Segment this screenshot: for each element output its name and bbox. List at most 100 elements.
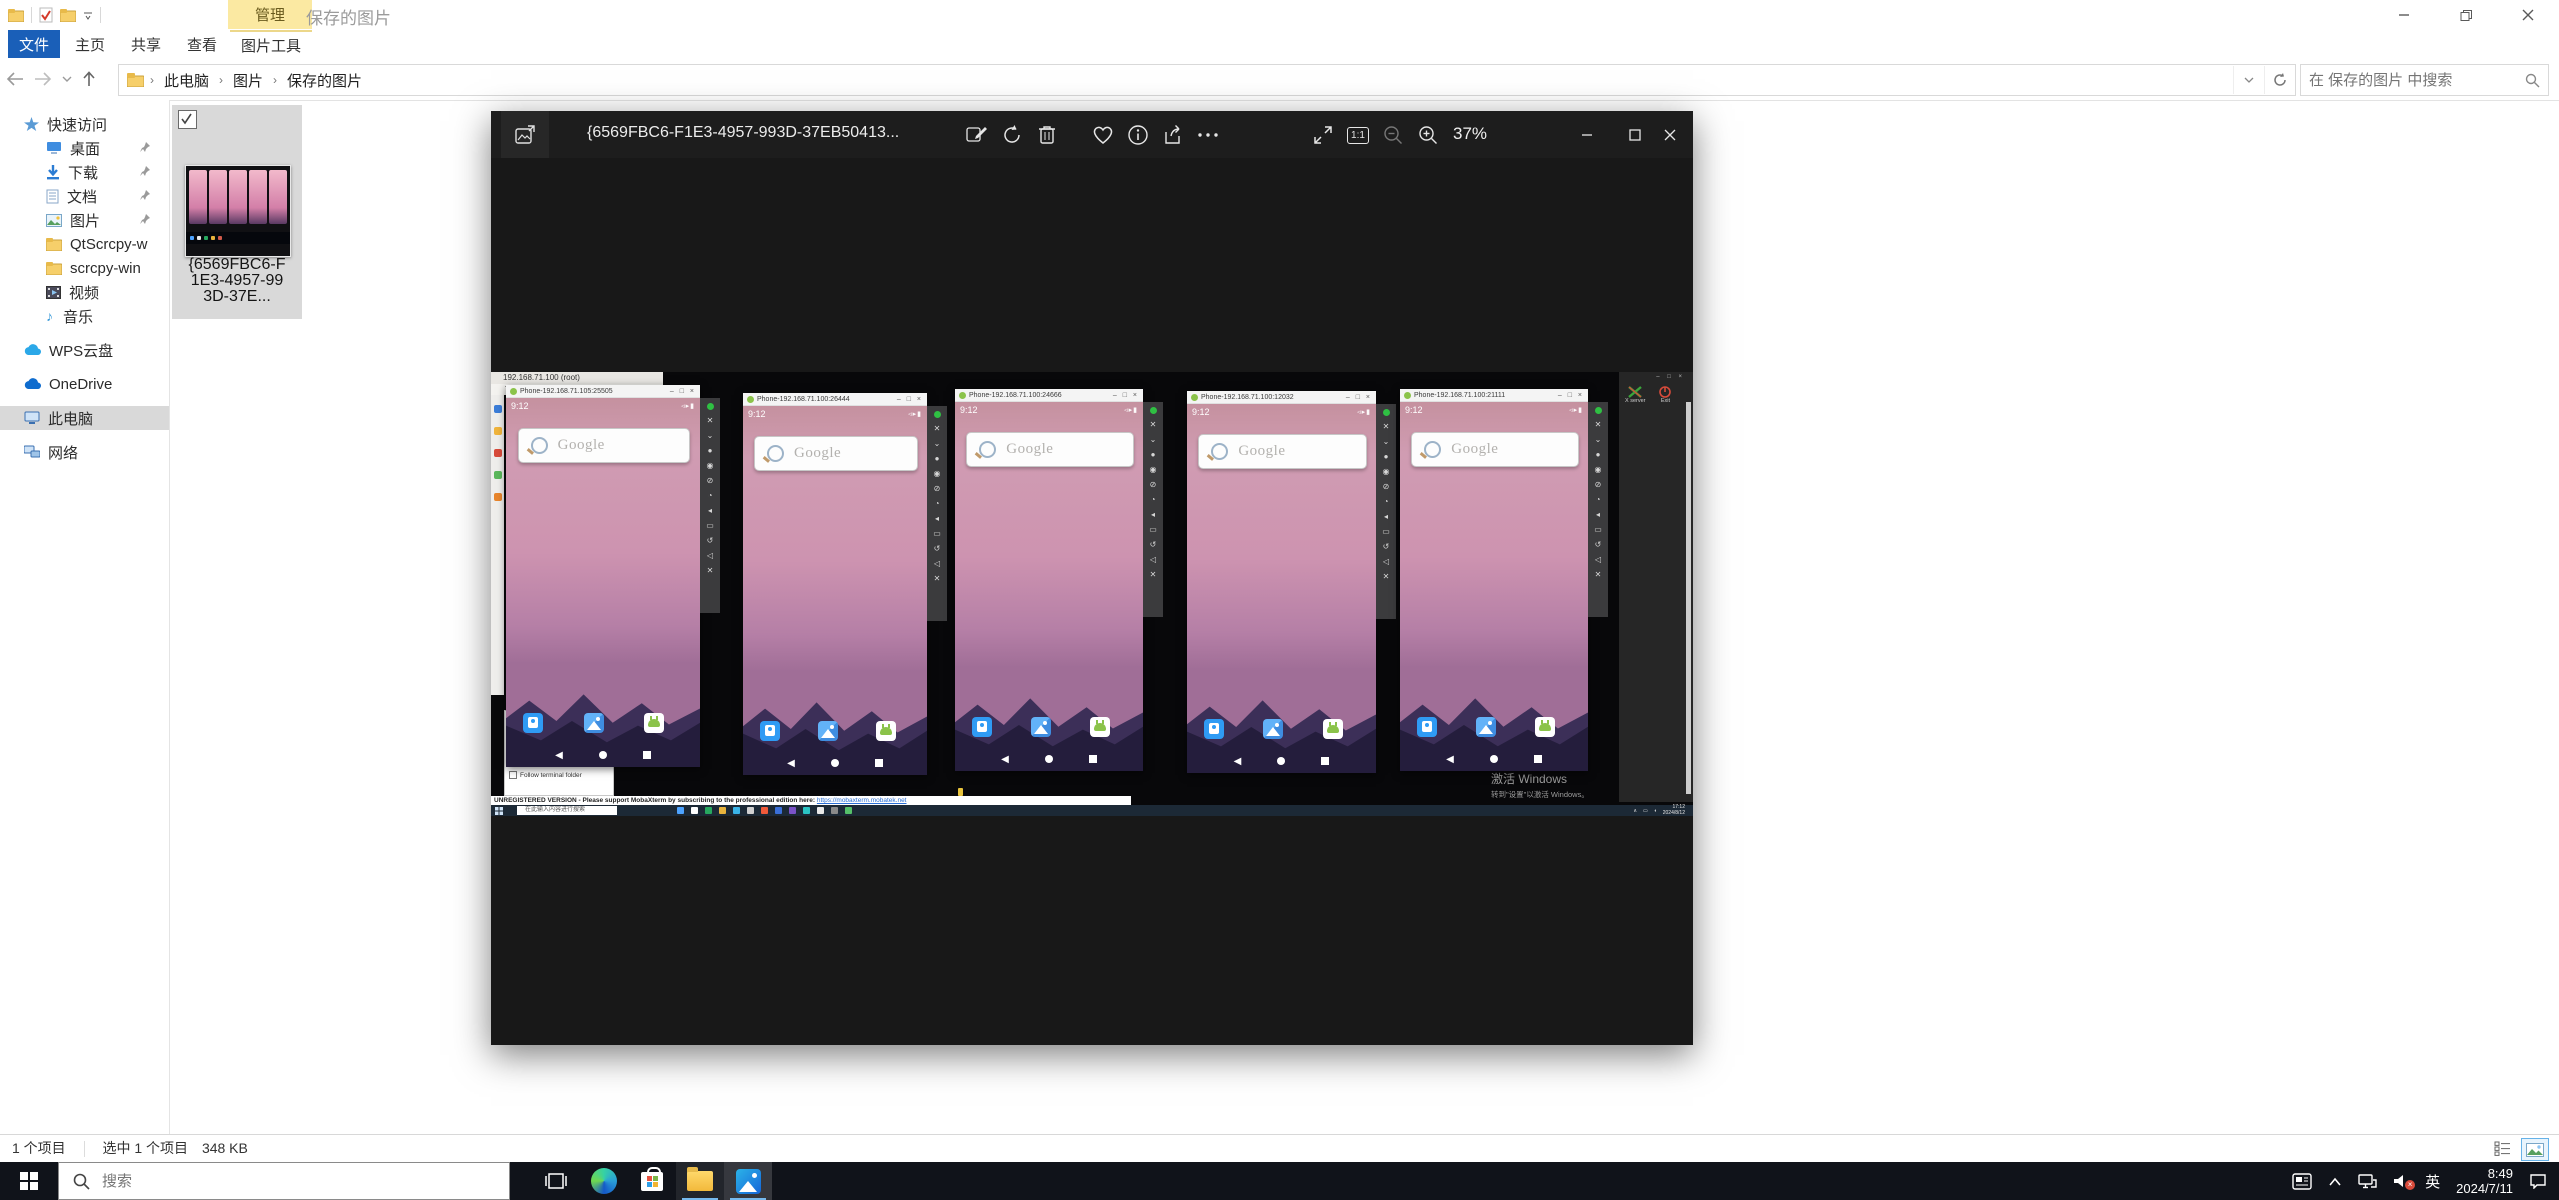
breadcrumb: 此电脑 › 图片 › 保存的图片	[154, 65, 2233, 95]
sidebar-item-quick-access[interactable]: 快速访问	[0, 112, 169, 136]
tile-checkbox[interactable]	[178, 110, 197, 129]
sidebar-item-onedrive[interactable]: OneDrive	[0, 372, 169, 396]
breadcrumb-this-pc[interactable]: 此电脑	[154, 70, 219, 91]
taskbar-search-input[interactable]	[100, 1172, 509, 1191]
tray-chevron-icon[interactable]	[2328, 1177, 2342, 1186]
edge-icon	[591, 1168, 617, 1194]
sidebar-item-documents[interactable]: 文档	[0, 184, 169, 208]
sidebar-item-this-pc[interactable]: 此电脑	[0, 406, 169, 430]
ime-indicator[interactable]: 英	[2425, 1171, 2440, 1192]
task-view-icon	[545, 1172, 567, 1190]
network-icon[interactable]	[2358, 1174, 2377, 1189]
refresh-icon[interactable]	[2264, 66, 2295, 94]
qat-customize-chevron-icon[interactable]	[83, 10, 93, 20]
search-icon[interactable]	[2525, 73, 2540, 88]
scrcpy-tool-icon: ⌄	[934, 440, 941, 448]
taskbar-clock[interactable]: 8:49 2024/7/11	[2456, 1166, 2513, 1196]
share-icon[interactable]	[1157, 119, 1189, 151]
photos-close-icon[interactable]	[1646, 111, 1693, 158]
restore-icon[interactable]	[2435, 0, 2497, 30]
android-screen: 9:12 ◃▸▮ Google ◀	[1187, 404, 1376, 773]
edit-image-icon[interactable]	[961, 119, 993, 151]
forward-icon[interactable]	[34, 72, 52, 86]
recent-locations-chevron-icon[interactable]	[62, 75, 72, 83]
tab-view[interactable]: 查看	[176, 30, 228, 58]
see-all-photos-icon	[514, 124, 536, 146]
sidebar-item-videos[interactable]: 视频	[0, 280, 169, 304]
android-app-icons	[1204, 719, 1355, 739]
store-button[interactable]	[628, 1162, 676, 1200]
delete-icon[interactable]	[1031, 119, 1063, 151]
fullscreen-icon[interactable]	[1307, 119, 1339, 151]
photo-phone-window: Phone-192.168.71.100:24666 – □ × 9:12 ◃▸…	[955, 389, 1163, 779]
inner-taskbar-app-icon	[817, 807, 824, 814]
google-search-widget: Google	[966, 432, 1133, 467]
qtscrcpy-exit-button: Exit	[1659, 386, 1671, 404]
zoom-in-icon[interactable]	[1412, 119, 1444, 151]
folder-icon	[46, 262, 62, 275]
tab-picture-tools[interactable]: 图片工具	[230, 30, 312, 58]
folder-icon[interactable]	[8, 9, 24, 22]
minimize-icon[interactable]	[2373, 0, 2435, 30]
taskbar-search[interactable]	[58, 1162, 510, 1200]
explorer-search-input[interactable]	[2301, 72, 2525, 89]
sidebar-item-pictures[interactable]: 图片	[0, 208, 169, 232]
edge-button[interactable]	[580, 1162, 628, 1200]
photos-app-button[interactable]	[724, 1162, 772, 1200]
tab-share[interactable]: 共享	[120, 30, 172, 58]
sidebar-item-wps-cloud[interactable]: WPS云盘	[0, 338, 169, 362]
scrcpy-tool-icon: ●	[935, 455, 940, 463]
breadcrumb-saved-pictures[interactable]: 保存的图片	[277, 70, 372, 91]
google-label: Google	[1451, 441, 1498, 458]
google-search-widget: Google	[1411, 432, 1578, 467]
task-view-button[interactable]	[532, 1162, 580, 1200]
breadcrumb-pictures[interactable]: 图片	[223, 70, 273, 91]
new-folder-icon[interactable]	[60, 9, 76, 22]
file-explorer-button[interactable]	[676, 1162, 724, 1200]
rotate-icon[interactable]	[996, 119, 1028, 151]
scrcpy-tool-icon: ◔	[1384, 498, 1389, 506]
thumbnail-view-icon[interactable]	[2521, 1138, 2549, 1161]
scrcpy-tool-icon: ▭	[706, 522, 714, 530]
action-center-icon[interactable]	[2529, 1173, 2547, 1189]
android-screen: 9:12 ◃▸▮ Google ◀	[955, 402, 1143, 771]
start-button[interactable]	[0, 1162, 58, 1200]
more-icon[interactable]	[1192, 119, 1224, 151]
back-icon[interactable]	[6, 72, 24, 86]
see-all-photos-button[interactable]	[501, 111, 549, 158]
sidebar-item-label: 快速访问	[47, 114, 107, 135]
sidebar-item-label: WPS云盘	[49, 340, 113, 361]
sidebar-item-qtscrcpy-folder[interactable]: QtScrcpy-w	[0, 232, 169, 256]
properties-check-icon[interactable]	[39, 7, 53, 23]
sidebar-item-network[interactable]: 网络	[0, 440, 169, 464]
tab-home[interactable]: 主页	[64, 30, 116, 58]
actual-size-icon[interactable]: 1:1	[1342, 119, 1374, 151]
file-tile-selected[interactable]: {6569FBC6-F1E3-4957-993D-37E...	[172, 105, 302, 319]
address-bar[interactable]: › 此电脑 › 图片 › 保存的图片	[118, 64, 2296, 96]
photo-image[interactable]: 192.168.71.100 (root) Terminal Remote mo…	[491, 372, 1693, 816]
info-icon[interactable]	[1122, 119, 1154, 151]
favorite-heart-icon[interactable]	[1087, 119, 1119, 151]
sidebar-item-music[interactable]: ♪ 音乐	[0, 304, 169, 328]
photos-minimize-icon[interactable]	[1563, 111, 1610, 158]
google-label: Google	[558, 437, 605, 454]
close-icon[interactable]	[2497, 0, 2559, 30]
contextual-tab-manage[interactable]: 管理	[228, 0, 312, 29]
details-view-icon[interactable]	[2489, 1138, 2515, 1159]
separator	[31, 7, 32, 23]
address-dropdown-icon[interactable]	[2233, 66, 2264, 94]
tab-file[interactable]: 文件	[8, 30, 60, 58]
news-widget-icon[interactable]	[2292, 1173, 2312, 1190]
zoom-out-icon[interactable]	[1377, 119, 1409, 151]
qtscrcpy-xserver-button: X server	[1625, 386, 1645, 404]
sidebar-item-downloads[interactable]: 下载	[0, 160, 169, 184]
phone-window: Phone-192.168.71.100:26444 – □ × 9:12 ◃▸…	[743, 393, 927, 775]
scrcpy-tool-icon: ◂	[708, 507, 712, 515]
sidebar-item-scrcpy-folder[interactable]: scrcpy-win	[0, 256, 169, 280]
sidebar-item-desktop[interactable]: 桌面	[0, 136, 169, 160]
volume-muted-icon[interactable]: ×	[2393, 1174, 2409, 1188]
android-icon	[1191, 394, 1198, 401]
explorer-window-controls	[2373, 0, 2559, 30]
scrcpy-tool-icon: ●	[1596, 451, 1601, 459]
up-icon[interactable]	[82, 71, 96, 87]
